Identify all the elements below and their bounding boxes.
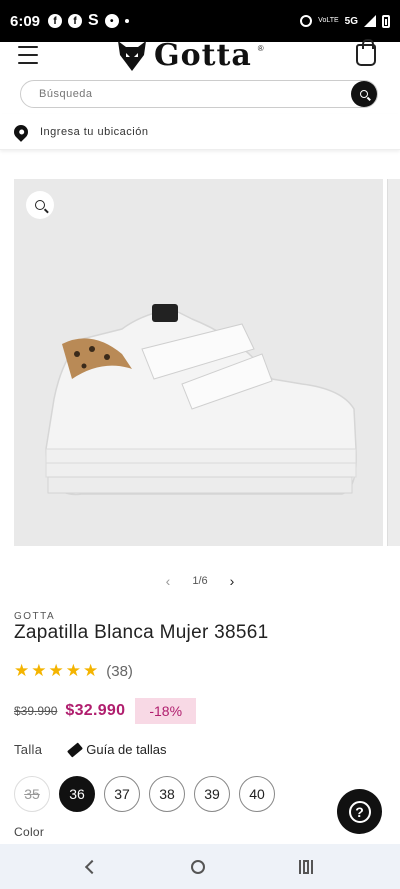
gotta-logo[interactable]: Gotta ® — [116, 38, 264, 73]
volte-indicator: VoLTE — [318, 17, 339, 24]
size-option-38[interactable]: 38 — [149, 776, 185, 812]
size-option-39[interactable]: 39 — [194, 776, 230, 812]
discount-badge: -18% — [135, 698, 197, 724]
product-brand: GOTTA — [14, 611, 56, 622]
color-label: Color — [14, 825, 45, 839]
help-button[interactable]: ? — [337, 789, 382, 834]
size-options: 35 36 37 38 39 40 — [14, 776, 275, 812]
facebook-icon: f — [48, 14, 63, 28]
location-pin-icon — [11, 121, 31, 142]
size-guide-label: Guía de tallas — [86, 742, 167, 757]
home-icon[interactable] — [191, 859, 205, 874]
menu-icon[interactable] — [18, 46, 38, 64]
size-option-35[interactable]: 35 — [14, 776, 50, 812]
chat-icon: • — [104, 14, 119, 28]
recents-icon[interactable] — [299, 859, 313, 874]
logo-text: Gotta — [154, 38, 252, 73]
review-count: (38) — [106, 662, 133, 680]
size-label: Talla — [14, 742, 43, 757]
product-rating[interactable]: ★ ★ ★ ★ ★ (38) — [14, 661, 133, 681]
star-icon: ★ — [83, 661, 99, 680]
ruler-icon — [67, 741, 84, 758]
zoom-button[interactable] — [26, 191, 54, 219]
facebook-icon: f — [68, 14, 83, 28]
size-guide-link[interactable]: Guía de tallas — [67, 741, 167, 758]
status-bar: 6:09 f f S • VoLTE 5G — [0, 0, 400, 42]
pager-count: 1/6 — [192, 575, 208, 587]
search-icon — [360, 90, 368, 98]
logo-registered-mark: ® — [257, 44, 264, 53]
location-bar[interactable]: Ingresa tu ubicación — [0, 114, 400, 150]
next-image-peek[interactable] — [387, 179, 400, 546]
search-input[interactable] — [39, 88, 351, 100]
network-indicator: 5G — [344, 15, 358, 27]
size-header: Talla Guía de tallas — [14, 741, 167, 758]
prev-image-icon[interactable]: ‹ — [166, 573, 171, 589]
size-option-37[interactable]: 37 — [104, 776, 140, 812]
image-pager: ‹ 1/6 › — [0, 572, 400, 590]
zoom-icon — [35, 200, 45, 210]
star-icon: ★ — [14, 661, 30, 680]
star-icon: ★ — [31, 661, 47, 680]
s-app-icon: S — [88, 12, 99, 29]
price-block: $39.990 $32.990 -18% — [14, 698, 197, 724]
search-bar — [20, 80, 378, 108]
location-label: Ingresa tu ubicación — [40, 125, 149, 138]
status-time: 6:09 — [10, 12, 41, 30]
back-icon[interactable] — [84, 859, 100, 874]
search-button[interactable] — [351, 81, 377, 107]
star-icon: ★ — [48, 661, 64, 680]
product-title: Zapatilla Blanca Mujer 38561 — [14, 622, 269, 643]
next-image-icon[interactable]: › — [230, 573, 235, 589]
alarm-icon — [300, 15, 313, 27]
notification-icons: f f S • — [48, 12, 129, 30]
site-header: Gotta ® — [0, 38, 400, 73]
fox-logo-icon — [118, 40, 146, 71]
more-notifications-icon — [124, 19, 129, 23]
cart-icon[interactable] — [356, 39, 376, 66]
old-price: $39.990 — [14, 704, 58, 718]
sneaker-image — [45, 304, 357, 496]
battery-icon — [382, 14, 390, 28]
status-right: VoLTE 5G — [300, 14, 390, 28]
signal-icon — [364, 15, 376, 27]
question-icon: ? — [348, 800, 371, 823]
product-image[interactable] — [14, 179, 383, 546]
star-icon: ★ — [65, 661, 81, 680]
system-nav-bar — [0, 844, 400, 889]
size-option-36[interactable]: 36 — [59, 776, 95, 812]
size-option-40[interactable]: 40 — [239, 776, 275, 812]
sale-price: $32.990 — [65, 702, 126, 719]
